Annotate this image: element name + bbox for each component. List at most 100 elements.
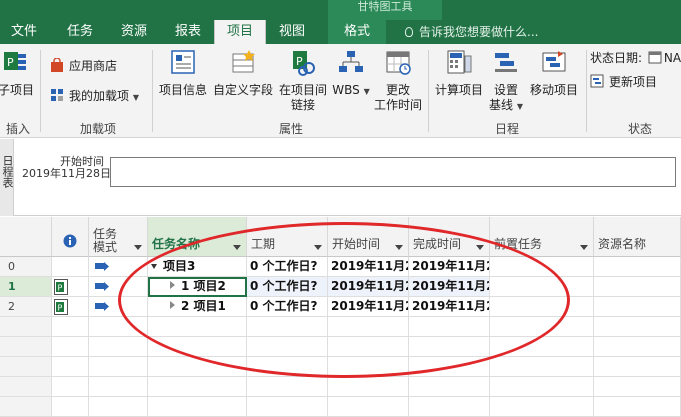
change-working-time-label-2: 工作时间 bbox=[373, 98, 422, 112]
predecessors-cell[interactable] bbox=[490, 297, 594, 317]
project-info-button[interactable]: 项目信息 bbox=[156, 48, 210, 98]
task-name-cell[interactable]: 2 项目1 bbox=[148, 297, 247, 317]
move-project-button[interactable]: 移动项目 bbox=[526, 48, 582, 98]
my-addins-button[interactable]: 我的加载项 ▼ bbox=[50, 88, 139, 106]
table-row[interactable]: 2 P 2 项目1 0 个工作日? 2019年11月2 2019年11月2 bbox=[0, 297, 681, 317]
task-sheet: 任务 模式 任务名称 工期 开始时间 完成时间 前置任务 资源名称 0 项目3 … bbox=[0, 217, 681, 417]
finish-cell[interactable]: 2019年11月2 bbox=[409, 297, 490, 317]
link-projects-button[interactable]: P 在项目间 链接 bbox=[276, 48, 330, 113]
resources-cell[interactable] bbox=[594, 277, 681, 297]
status-date-button[interactable]: 状态日期: NA bbox=[590, 50, 681, 66]
empty-row[interactable] bbox=[0, 337, 681, 357]
subproject-label: 子项目 bbox=[0, 83, 34, 97]
status-date-value: NA bbox=[663, 51, 681, 65]
tab-file[interactable]: 文件 bbox=[4, 20, 44, 44]
update-project-button[interactable]: 更新项目 bbox=[590, 74, 657, 90]
empty-cell bbox=[490, 357, 594, 377]
header-indicators[interactable] bbox=[52, 217, 89, 257]
predecessors-cell[interactable] bbox=[490, 277, 594, 297]
row-number[interactable]: 0 bbox=[0, 257, 52, 277]
row-number[interactable] bbox=[0, 337, 52, 357]
row-number[interactable] bbox=[0, 317, 52, 337]
tell-me-box[interactable]: 告诉我您想要做什么... bbox=[405, 20, 538, 44]
duration-cell[interactable]: 0 个工作日? bbox=[247, 297, 328, 317]
header-start[interactable]: 开始时间 bbox=[328, 217, 409, 257]
duration-cell[interactable]: 0 个工作日? bbox=[247, 277, 328, 297]
header-predecessors[interactable]: 前置任务 bbox=[490, 217, 594, 257]
timeline-bar[interactable] bbox=[110, 157, 676, 187]
subproject-button[interactable]: P 子项目 bbox=[0, 48, 36, 98]
header-finish-label: 完成时间 bbox=[413, 237, 462, 251]
tab-task[interactable]: 任务 bbox=[58, 20, 102, 44]
calculate-project-button[interactable]: 计算项目 bbox=[432, 48, 486, 98]
resources-cell[interactable] bbox=[594, 297, 681, 317]
empty-cell bbox=[594, 317, 681, 337]
task-mode-cell[interactable] bbox=[89, 297, 148, 317]
chevron-down-icon[interactable] bbox=[314, 245, 322, 250]
collapse-triangle-icon[interactable] bbox=[151, 264, 157, 269]
set-baseline-button[interactable]: 设置 基线 ▼ bbox=[488, 48, 524, 114]
finish-cell[interactable]: 2019年11月2 bbox=[409, 257, 490, 277]
svg-text:P: P bbox=[7, 56, 14, 69]
task-name-cell[interactable]: 项目3 bbox=[148, 257, 247, 277]
start-cell[interactable]: 2019年11月2 bbox=[328, 257, 409, 277]
resources-cell[interactable] bbox=[594, 257, 681, 277]
auto-schedule-icon bbox=[95, 302, 109, 311]
header-task-mode[interactable]: 任务 模式 bbox=[89, 217, 148, 257]
empty-cell bbox=[52, 337, 89, 357]
tab-format[interactable]: 格式 bbox=[328, 20, 386, 44]
project-info-icon bbox=[171, 50, 195, 74]
tab-resource[interactable]: 资源 bbox=[112, 20, 156, 44]
header-finish[interactable]: 完成时间 bbox=[409, 217, 490, 257]
chevron-down-icon[interactable] bbox=[580, 245, 588, 250]
chevron-down-icon[interactable] bbox=[476, 245, 484, 250]
chevron-down-icon: ▼ bbox=[132, 93, 139, 102]
header-resources[interactable]: 资源名称 bbox=[594, 217, 681, 257]
duration-cell[interactable]: 0 个工作日? bbox=[247, 257, 328, 277]
my-addins-label: 我的加载项 bbox=[69, 89, 130, 103]
header-task-name-label: 任务名称 bbox=[152, 237, 201, 251]
predecessors-cell[interactable] bbox=[490, 257, 594, 277]
row-number[interactable] bbox=[0, 397, 52, 417]
task-mode-cell[interactable] bbox=[89, 257, 148, 277]
start-cell[interactable]: 2019年11月2 bbox=[328, 277, 409, 297]
chevron-down-icon[interactable] bbox=[395, 245, 403, 250]
empty-cell bbox=[52, 397, 89, 417]
task-mode-cell[interactable] bbox=[89, 277, 148, 297]
expand-triangle-icon[interactable] bbox=[170, 281, 175, 289]
custom-fields-button[interactable]: 自定义字段 bbox=[212, 48, 274, 98]
row-number[interactable]: 2 bbox=[0, 297, 52, 317]
chevron-down-icon[interactable] bbox=[134, 245, 142, 250]
timeline-side-tab[interactable]: 日程表 bbox=[0, 139, 14, 216]
empty-cell bbox=[52, 357, 89, 377]
header-duration[interactable]: 工期 bbox=[247, 217, 328, 257]
change-working-time-button[interactable]: 更改 工作时间 bbox=[372, 48, 424, 113]
select-all-corner[interactable] bbox=[0, 217, 52, 257]
empty-cell bbox=[490, 377, 594, 397]
table-row[interactable]: 0 项目3 0 个工作日? 2019年11月2 2019年11月2 bbox=[0, 257, 681, 277]
empty-cell bbox=[490, 397, 594, 417]
table-row[interactable]: 1 P 1 项目2 0 个工作日? 2019年11月2 2019年11月2 bbox=[0, 277, 681, 297]
start-cell[interactable]: 2019年11月2 bbox=[328, 297, 409, 317]
finish-cell[interactable]: 2019年11月2 bbox=[409, 277, 490, 297]
tab-view[interactable]: 视图 bbox=[270, 20, 314, 44]
row-number[interactable]: 1 bbox=[0, 277, 52, 297]
tab-report[interactable]: 报表 bbox=[166, 20, 210, 44]
empty-row[interactable] bbox=[0, 317, 681, 337]
row-number[interactable] bbox=[0, 357, 52, 377]
timeline-side-label: 日程表 bbox=[1, 155, 14, 188]
chevron-down-icon[interactable] bbox=[233, 245, 241, 250]
expand-triangle-icon[interactable] bbox=[170, 301, 175, 309]
tab-project[interactable]: 项目 bbox=[214, 20, 266, 44]
empty-row[interactable] bbox=[0, 397, 681, 417]
empty-row[interactable] bbox=[0, 357, 681, 377]
auto-schedule-icon bbox=[95, 262, 109, 271]
ribbon-tab-bar: 文件 任务 资源 报表 项目 视图 格式 告诉我您想要做什么... bbox=[0, 20, 681, 44]
lightbulb-icon bbox=[405, 27, 413, 37]
row-number[interactable] bbox=[0, 377, 52, 397]
task-name-cell[interactable]: 1 项目2 bbox=[148, 277, 247, 297]
store-button[interactable]: 应用商店 bbox=[50, 58, 117, 74]
empty-row[interactable] bbox=[0, 377, 681, 397]
wbs-button[interactable]: WBS ▼ bbox=[332, 48, 370, 99]
header-task-name[interactable]: 任务名称 bbox=[148, 217, 247, 257]
